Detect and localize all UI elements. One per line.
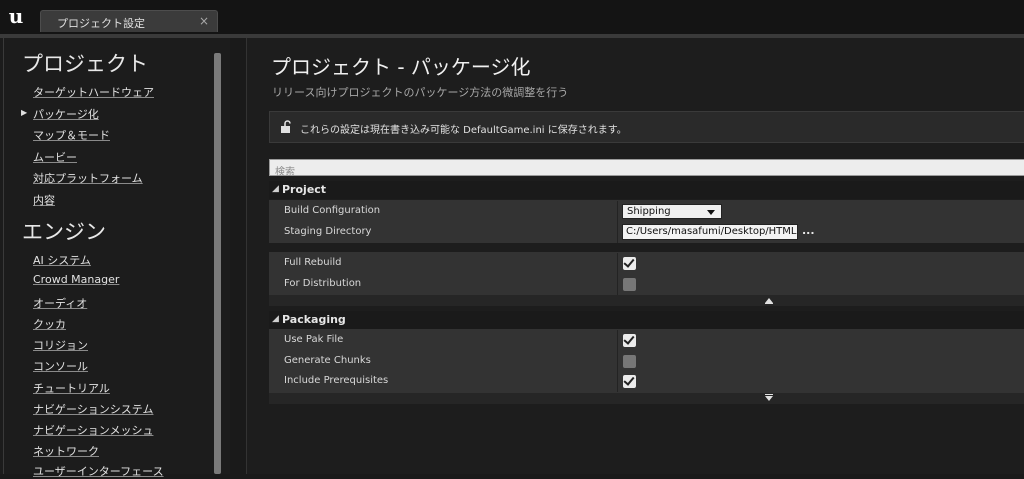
row-divider — [617, 371, 618, 392]
setting-label: Generate Chunks — [284, 355, 371, 366]
sidebar-scrollbar[interactable] — [214, 53, 221, 474]
page-description: リリース向けプロジェクトのパッケージ方法の微調整を行う — [272, 86, 569, 99]
setting-row-build-configuration: Build Configuration Shipping — [269, 201, 1024, 222]
combo-value: Shipping — [627, 206, 671, 217]
search-input[interactable] — [270, 165, 1024, 180]
setting-row-include-prerequisites: Include Prerequisites — [269, 371, 1024, 392]
search-box[interactable] — [269, 159, 1024, 180]
sidebar-heading-engine: エンジン — [22, 220, 106, 244]
category-label: Packaging — [282, 313, 346, 326]
sidebar-item-movies[interactable]: ムービー — [33, 149, 77, 165]
full-rebuild-checkbox[interactable] — [623, 257, 636, 270]
tab-project-settings[interactable]: プロジェクト設定 × — [40, 10, 218, 32]
settings-group: Build Configuration Shipping Staging Dir… — [269, 200, 1024, 243]
config-notice: これらの設定は現在書き込み可能な DefaultGame.ini に保存されます… — [269, 111, 1024, 143]
staging-directory-field[interactable]: C:/Users/masafumi/Desktop/HTML5 — [622, 224, 798, 240]
sidebar-item-network[interactable]: ネットワーク — [33, 443, 99, 459]
use-pak-file-checkbox[interactable] — [623, 334, 636, 347]
chevron-down-icon — [765, 396, 773, 401]
tab-label: プロジェクト設定 — [57, 17, 145, 30]
include-prerequisites-checkbox[interactable] — [623, 375, 636, 388]
row-divider — [617, 274, 618, 295]
settings-group: Use Pak File Generate Chunks Include Pre… — [269, 329, 1024, 393]
for-distribution-checkbox[interactable] — [623, 278, 636, 291]
expander-bar — [765, 303, 773, 304]
collapse-arrow-icon: ◢ — [272, 184, 279, 194]
browse-button[interactable]: ... — [802, 224, 815, 237]
row-divider — [617, 253, 618, 274]
unlock-icon — [281, 120, 291, 133]
category-project[interactable]: ◢ Project — [269, 181, 1024, 199]
sidebar-item-maps-modes[interactable]: マップ＆モード — [33, 127, 110, 143]
sidebar-item-user-interface[interactable]: ユーザーインターフェース — [33, 463, 164, 479]
setting-row-for-distribution: For Distribution — [269, 274, 1024, 295]
category-label: Project — [282, 183, 327, 196]
title-bar: u プロジェクト設定 × — [0, 0, 1024, 36]
notice-text: これらの設定は現在書き込み可能な DefaultGame.ini に保存されます… — [300, 125, 627, 136]
path-value: C:/Users/masafumi/Desktop/HTML5 — [626, 226, 798, 237]
setting-row-full-rebuild: Full Rebuild — [269, 253, 1024, 274]
chevron-down-icon — [707, 210, 715, 215]
setting-label: Staging Directory — [284, 226, 372, 237]
row-divider — [617, 201, 618, 222]
sidebar-item-tutorial[interactable]: チュートリアル — [33, 380, 110, 396]
page-title: プロジェクト - パッケージ化 — [271, 55, 531, 79]
setting-row-use-pak-file: Use Pak File — [269, 330, 1024, 351]
sidebar-item-collision[interactable]: コリジョン — [33, 337, 88, 353]
setting-label: For Distribution — [284, 278, 362, 289]
build-configuration-combo[interactable]: Shipping — [622, 204, 722, 219]
row-divider — [617, 222, 618, 243]
sidebar-item-supported-platforms[interactable]: 対応プラットフォーム — [33, 170, 143, 186]
sidebar-item-console[interactable]: コンソール — [33, 358, 88, 374]
unreal-logo-icon: u — [8, 4, 24, 28]
collapse-arrow-icon: ◢ — [272, 314, 279, 324]
sidebar-item-navigation-mesh[interactable]: ナビゲーションメッシュ — [33, 422, 153, 438]
setting-label: Full Rebuild — [284, 257, 342, 268]
tab-close-icon[interactable]: × — [199, 14, 209, 28]
sidebar-heading-project: プロジェクト — [22, 52, 148, 76]
expander-bar — [765, 394, 773, 395]
sidebar-item-target-hardware[interactable]: ターゲットハードウェア — [33, 84, 154, 100]
setting-row-staging-directory: Staging Directory C:/Users/masafumi/Desk… — [269, 222, 1024, 243]
advanced-expander[interactable] — [269, 393, 1024, 404]
selected-arrow-icon: ▶ — [21, 108, 28, 117]
advanced-expander[interactable] — [269, 295, 1024, 306]
sidebar-item-navigation-system[interactable]: ナビゲーションシステム — [33, 401, 153, 417]
row-divider — [617, 351, 618, 372]
sidebar-item-audio[interactable]: オーディオ — [33, 295, 87, 311]
setting-label: Use Pak File — [284, 334, 344, 345]
generate-chunks-checkbox[interactable] — [623, 355, 636, 368]
setting-row-generate-chunks: Generate Chunks — [269, 351, 1024, 372]
category-packaging[interactable]: ◢ Packaging — [269, 311, 1024, 329]
sidebar-border — [3, 38, 4, 474]
sidebar-item-crowd-manager[interactable]: Crowd Manager — [33, 273, 119, 286]
settings-group: Full Rebuild For Distribution — [269, 252, 1024, 295]
setting-label: Build Configuration — [284, 205, 381, 216]
sidebar-item-ai-system[interactable]: AI システム — [33, 252, 91, 268]
row-divider — [617, 330, 618, 351]
sidebar-item-cooker[interactable]: クッカ — [33, 316, 66, 332]
setting-label: Include Prerequisites — [284, 375, 389, 386]
sidebar-item-description[interactable]: 内容 — [33, 192, 55, 208]
sidebar-item-packaging[interactable]: パッケージ化 — [33, 106, 99, 122]
